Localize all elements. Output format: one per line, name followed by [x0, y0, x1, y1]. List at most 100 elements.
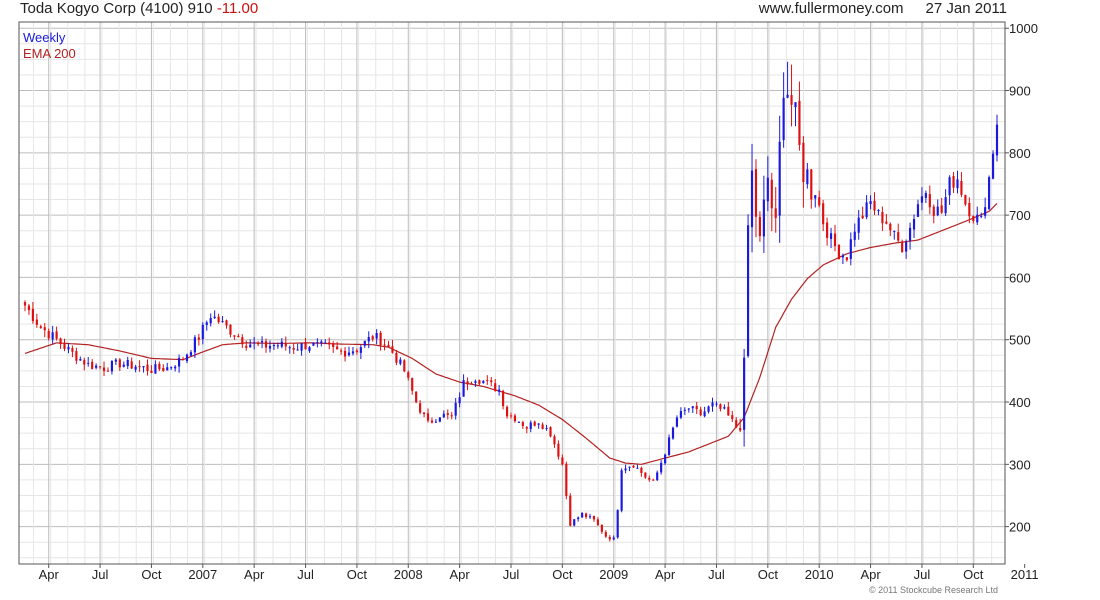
candle-body [707, 406, 710, 412]
candle-body [782, 97, 785, 141]
candle-body [908, 227, 912, 241]
candle-body [822, 203, 825, 225]
candle-body [936, 206, 939, 216]
x-tick-label: Oct [347, 567, 368, 582]
candle-body [624, 468, 627, 471]
candle-body [276, 345, 279, 347]
candle-body [640, 467, 643, 474]
candle-body [316, 342, 319, 344]
candle-body [932, 206, 935, 216]
candle-body [948, 177, 951, 196]
candle-body [561, 457, 564, 465]
candle-body [988, 177, 991, 210]
x-tick-label: 2010 [805, 567, 834, 582]
candle-body [110, 361, 114, 372]
candle-body [956, 179, 959, 189]
candle-body [545, 428, 548, 430]
candle-body [810, 169, 813, 200]
candle-body [885, 221, 888, 224]
candle-body [517, 421, 520, 423]
candle [312, 342, 315, 346]
candle-body [336, 346, 339, 350]
candle-body [683, 409, 686, 411]
candle-body [600, 524, 603, 532]
candle-body [241, 337, 244, 345]
candle-body [660, 462, 663, 473]
candle [671, 426, 675, 440]
candle-body [118, 359, 121, 368]
candle-body [632, 465, 635, 468]
candle-body [861, 215, 864, 219]
candle-body [288, 347, 291, 349]
candle-body [814, 195, 817, 199]
candle-body [573, 519, 576, 526]
candle-body [478, 380, 481, 384]
candle-body [225, 320, 228, 326]
candle-body [138, 366, 141, 368]
candle-body [588, 516, 592, 518]
candle-body [671, 427, 675, 439]
y-tick-label: 400 [1009, 395, 1031, 410]
candle-body [826, 222, 829, 238]
candle-body [130, 361, 133, 369]
candle-body [845, 257, 848, 261]
candle [620, 468, 623, 513]
candle-body [229, 324, 232, 335]
candle-body [162, 367, 165, 371]
candle-body [490, 380, 493, 383]
candle-body [829, 233, 833, 239]
candle-body [679, 411, 682, 418]
candle-body [750, 170, 754, 228]
candle-body [703, 411, 706, 417]
x-tick-label: Jul [914, 567, 931, 582]
candle-body [912, 219, 916, 230]
candle-body [798, 100, 801, 145]
candle [667, 434, 671, 456]
candle-body [324, 342, 327, 344]
candle-body [193, 337, 196, 353]
candle-body [47, 331, 50, 339]
candle [415, 391, 418, 404]
candle-body [727, 406, 730, 416]
candle-body [260, 340, 264, 343]
candle-body [806, 169, 809, 185]
candle-body [940, 205, 943, 213]
candle-body [23, 302, 27, 306]
candle-body [818, 197, 821, 206]
candle-body [596, 519, 600, 525]
candle-body [237, 335, 240, 338]
candle-body [217, 316, 220, 323]
candle-body [723, 407, 726, 409]
candle-body [442, 413, 445, 418]
candle-body [454, 402, 457, 416]
y-tick-label: 600 [1009, 270, 1031, 285]
candle-body [134, 366, 137, 370]
candle-body [39, 326, 42, 328]
candle-body [513, 415, 517, 422]
candle-body [509, 415, 513, 417]
candle-body [426, 413, 430, 421]
candle-body [51, 332, 54, 340]
candle-body [253, 342, 256, 344]
candle-body [446, 413, 449, 415]
x-tick-label: 2007 [188, 567, 217, 582]
candle-body [363, 340, 366, 346]
y-tick-label: 300 [1009, 457, 1031, 472]
x-tick-label: Apr [39, 567, 60, 582]
y-tick-label: 700 [1009, 208, 1031, 223]
candle-body [893, 231, 896, 233]
candle-body [754, 169, 758, 217]
candle-body [549, 427, 552, 437]
candle-body [233, 335, 236, 337]
candle-body [719, 404, 722, 409]
candle-body [438, 417, 441, 422]
copyright-text: © 2011 Stockcube Research Ltd [869, 585, 999, 595]
candle-body [691, 406, 694, 409]
candle-body [434, 421, 438, 423]
candle-body [343, 350, 347, 357]
candle-body [849, 239, 852, 260]
candle-body [197, 337, 200, 340]
candle-body [616, 510, 619, 538]
candle-body [154, 364, 157, 374]
candle-body [95, 365, 98, 368]
